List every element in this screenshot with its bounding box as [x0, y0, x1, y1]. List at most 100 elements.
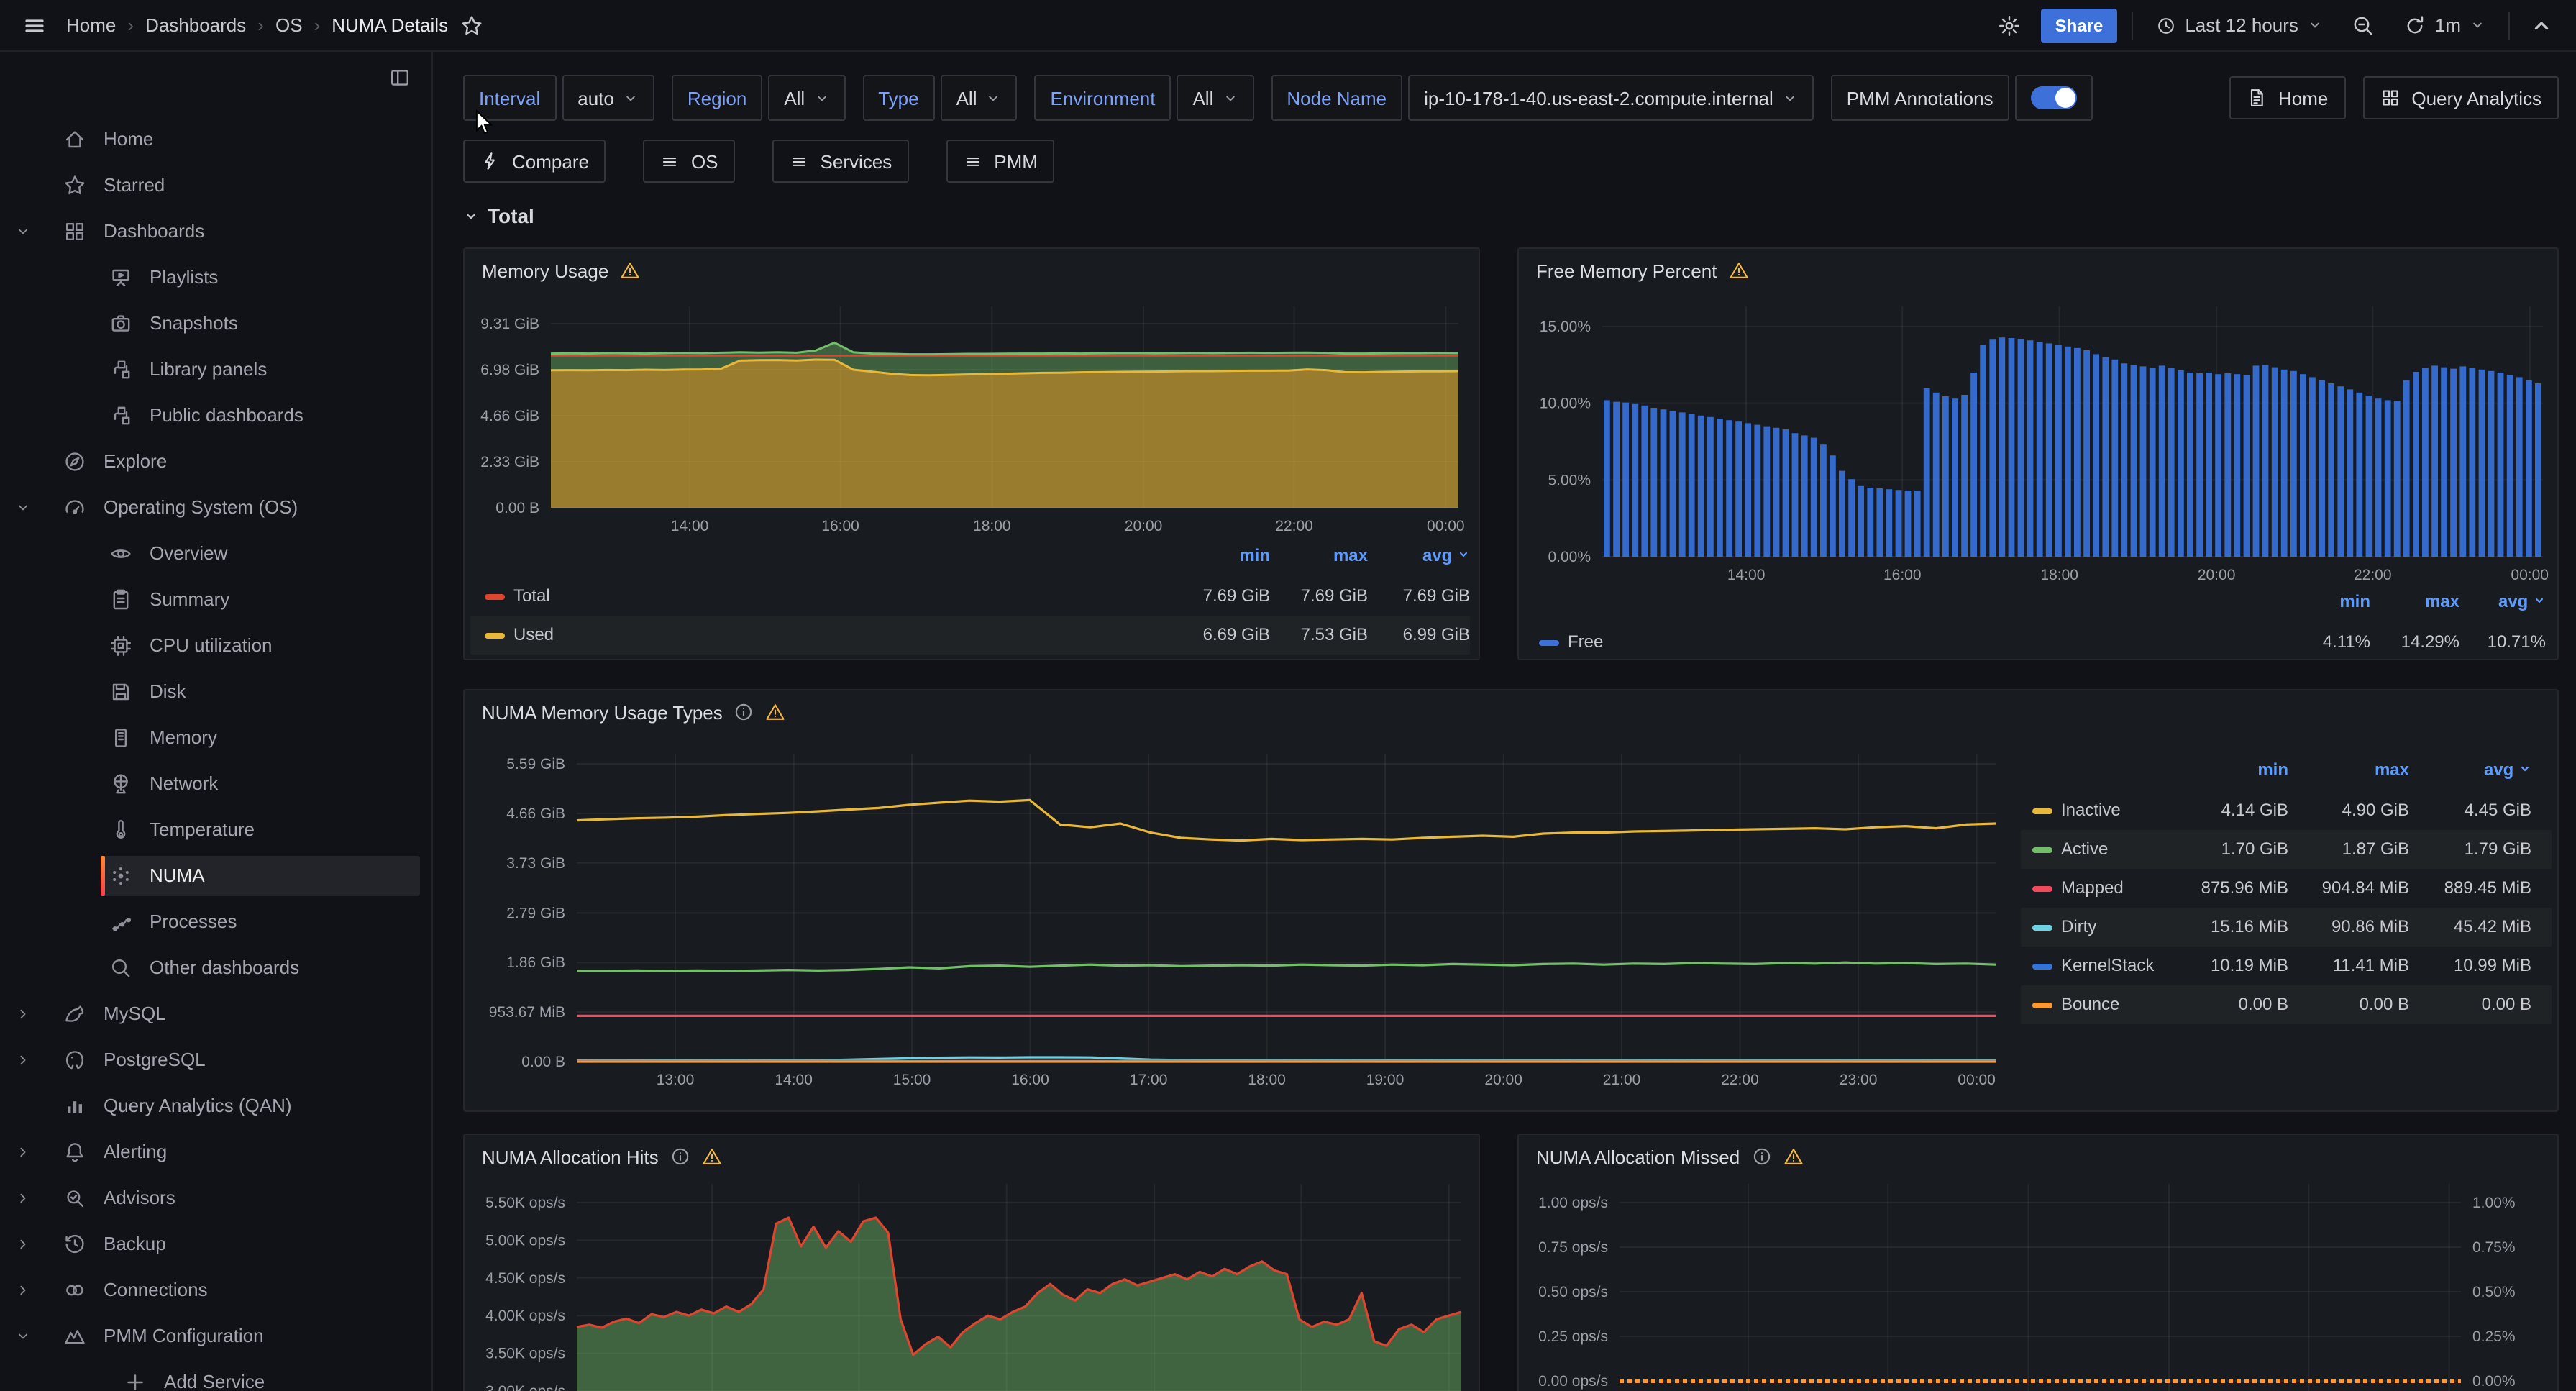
- plus-icon: [124, 1371, 147, 1391]
- legend-label-bounce[interactable]: Bounce: [2061, 993, 2119, 1013]
- legend-header-max[interactable]: max: [1267, 545, 1368, 565]
- svg-text:0.25%: 0.25%: [2472, 1328, 2516, 1345]
- sidebar-item-label: Summary: [150, 577, 229, 623]
- sidebar-item-pmm-configuration[interactable]: PMM Configuration: [0, 1313, 431, 1359]
- sidebar-item-add-service[interactable]: Add Service: [0, 1359, 431, 1391]
- pmm-annotations-toggle[interactable]: [2015, 75, 2093, 121]
- compare-button[interactable]: Compare: [463, 140, 606, 183]
- section-row-total[interactable]: Total: [463, 204, 534, 227]
- legend-value: 1.87 GiB: [2273, 838, 2409, 858]
- sidebar-item-starred[interactable]: Starred: [0, 163, 431, 209]
- panel-title-text: NUMA Allocation Missed: [1536, 1146, 1740, 1167]
- numa-icon: [109, 865, 132, 888]
- dashboard-settings-button[interactable]: [1992, 8, 2027, 42]
- sidebar-item-label: Starred: [104, 163, 165, 209]
- time-range-picker[interactable]: Last 12 hours: [2147, 13, 2331, 37]
- collapse-kiosk-button[interactable]: [2524, 8, 2559, 42]
- legend-value: 10.19 MiB: [2152, 954, 2288, 975]
- sidebar-item-playlists[interactable]: Playlists: [0, 255, 431, 301]
- filter-value-dropdown[interactable]: All: [768, 75, 845, 121]
- svg-text:3.00K ops/s: 3.00K ops/s: [485, 1383, 565, 1391]
- breadcrumb-item-os[interactable]: OS: [275, 14, 303, 36]
- sidebar-item-label: Advisors: [104, 1175, 175, 1221]
- sidebar-item-backup[interactable]: Backup: [0, 1221, 431, 1267]
- sidebar-item-library-panels[interactable]: Library panels: [0, 347, 431, 393]
- sidebar-item-summary[interactable]: Summary: [0, 577, 431, 623]
- svg-text:0.00 ops/s: 0.00 ops/s: [1538, 1373, 1608, 1390]
- legend-header-min[interactable]: min: [2270, 591, 2370, 611]
- share-button[interactable]: Share: [2041, 8, 2118, 42]
- breadcrumb-item-home[interactable]: Home: [66, 14, 116, 36]
- sidebar-item-memory[interactable]: Memory: [0, 715, 431, 761]
- filter-value-dropdown[interactable]: All: [941, 75, 1018, 121]
- legend-label-mapped[interactable]: Mapped: [2061, 877, 2124, 897]
- hamburger-menu-button[interactable]: [17, 8, 52, 42]
- legend-header-max[interactable]: max: [2308, 760, 2409, 780]
- panel-title-allocation-missed[interactable]: NUMA Allocation Missed: [1519, 1135, 2557, 1178]
- sidebar-item-alerting[interactable]: Alerting: [0, 1129, 431, 1175]
- sidebar-item-operating-system-os[interactable]: Operating System (OS): [0, 485, 431, 531]
- svg-text:4.50K ops/s: 4.50K ops/s: [485, 1270, 565, 1287]
- pmm-menu-button[interactable]: PMM: [946, 140, 1055, 183]
- sidebar-item-label: Snapshots: [150, 301, 238, 347]
- legend-header-max[interactable]: max: [2359, 591, 2459, 611]
- legend-header-avg[interactable]: avg: [2431, 760, 2531, 780]
- sidebar-item-query-analytics-qan[interactable]: Query Analytics (QAN): [0, 1083, 431, 1129]
- legend-swatch-inactive: [2032, 808, 2052, 813]
- breadcrumb-item-numa-details[interactable]: NUMA Details: [332, 14, 448, 36]
- filter-value-dropdown[interactable]: ip-10-178-1-40.us-east-2.compute.interna…: [1408, 75, 1814, 121]
- filter-value-dropdown[interactable]: All: [1177, 75, 1253, 121]
- sidebar-item-network[interactable]: Network: [0, 761, 431, 807]
- sidebar-item-numa[interactable]: NUMA: [0, 853, 431, 899]
- breadcrumb-item-dashboards[interactable]: Dashboards: [145, 14, 246, 36]
- sidebar-item-temperature[interactable]: Temperature: [0, 807, 431, 853]
- sidebar-item-connections[interactable]: Connections: [0, 1267, 431, 1313]
- legend-label-free[interactable]: Free: [1568, 631, 1603, 651]
- sidebar-item-snapshots[interactable]: Snapshots: [0, 301, 431, 347]
- filter-environment: EnvironmentAll: [1035, 75, 1254, 121]
- sidebar-item-home[interactable]: Home: [0, 117, 431, 163]
- legend-label-inactive[interactable]: Inactive: [2061, 799, 2121, 819]
- legend-header-avg[interactable]: avg: [1369, 545, 1470, 565]
- sidebar-item-explore[interactable]: Explore: [0, 439, 431, 485]
- sidebar-item-processes[interactable]: Processes: [0, 899, 431, 945]
- svg-text:1.00%: 1.00%: [2472, 1195, 2516, 1211]
- legend-label-used[interactable]: Used: [513, 624, 554, 644]
- query-analytics-button[interactable]: Query Analytics: [2362, 76, 2559, 119]
- sidebar-item-dashboards[interactable]: Dashboards: [0, 209, 431, 255]
- legend-header-avg[interactable]: avg: [2445, 591, 2546, 611]
- legend-value: 7.69 GiB: [1333, 585, 1470, 605]
- sidebar-item-mysql[interactable]: MySQL: [0, 991, 431, 1037]
- sidebar-item-label: NUMA: [150, 853, 205, 899]
- zoom-out-time-button[interactable]: [2346, 8, 2380, 42]
- sidebar-item-label: Add Service: [164, 1359, 265, 1391]
- legend-label-total[interactable]: Total: [513, 585, 550, 605]
- filter-region: RegionAll: [672, 75, 845, 121]
- home-button[interactable]: Home: [2229, 76, 2345, 119]
- sidebar-collapse-button[interactable]: [388, 66, 411, 96]
- postgres-icon: [63, 1049, 86, 1072]
- legend-label-active[interactable]: Active: [2061, 838, 2108, 858]
- sidebar-item-cpu-utilization[interactable]: CPU utilization: [0, 623, 431, 669]
- legend-header-min[interactable]: min: [1169, 545, 1270, 565]
- processes-icon: [109, 911, 132, 934]
- panel-title-allocation-hits[interactable]: NUMA Allocation Hits: [465, 1135, 1479, 1178]
- compass-icon: [63, 450, 86, 473]
- sidebar-item-public-dashboards[interactable]: Public dashboards: [0, 393, 431, 439]
- legend-value: 4.45 GiB: [2395, 799, 2531, 819]
- star-dashboard-button[interactable]: [454, 8, 488, 42]
- sidebar-item-disk[interactable]: Disk: [0, 669, 431, 715]
- os-menu-button[interactable]: OS: [644, 140, 736, 183]
- sidebar-item-advisors[interactable]: Advisors: [0, 1175, 431, 1221]
- sidebar-item-other-dashboards[interactable]: Other dashboards: [0, 945, 431, 991]
- refresh-picker[interactable]: 1m: [2395, 12, 2494, 38]
- services-menu-button[interactable]: Services: [773, 140, 910, 183]
- sidebar-item-overview[interactable]: Overview: [0, 531, 431, 577]
- legend-label-dirty[interactable]: Dirty: [2061, 916, 2096, 936]
- legend-label-kernelstack[interactable]: KernelStack: [2061, 954, 2154, 975]
- breadcrumb-separator: ›: [314, 14, 321, 36]
- legend-value: 0.00 B: [2152, 993, 2288, 1013]
- filter-value-dropdown[interactable]: auto: [562, 75, 654, 121]
- legend-header-min[interactable]: min: [2188, 760, 2288, 780]
- sidebar-item-postgresql[interactable]: PostgreSQL: [0, 1037, 431, 1083]
